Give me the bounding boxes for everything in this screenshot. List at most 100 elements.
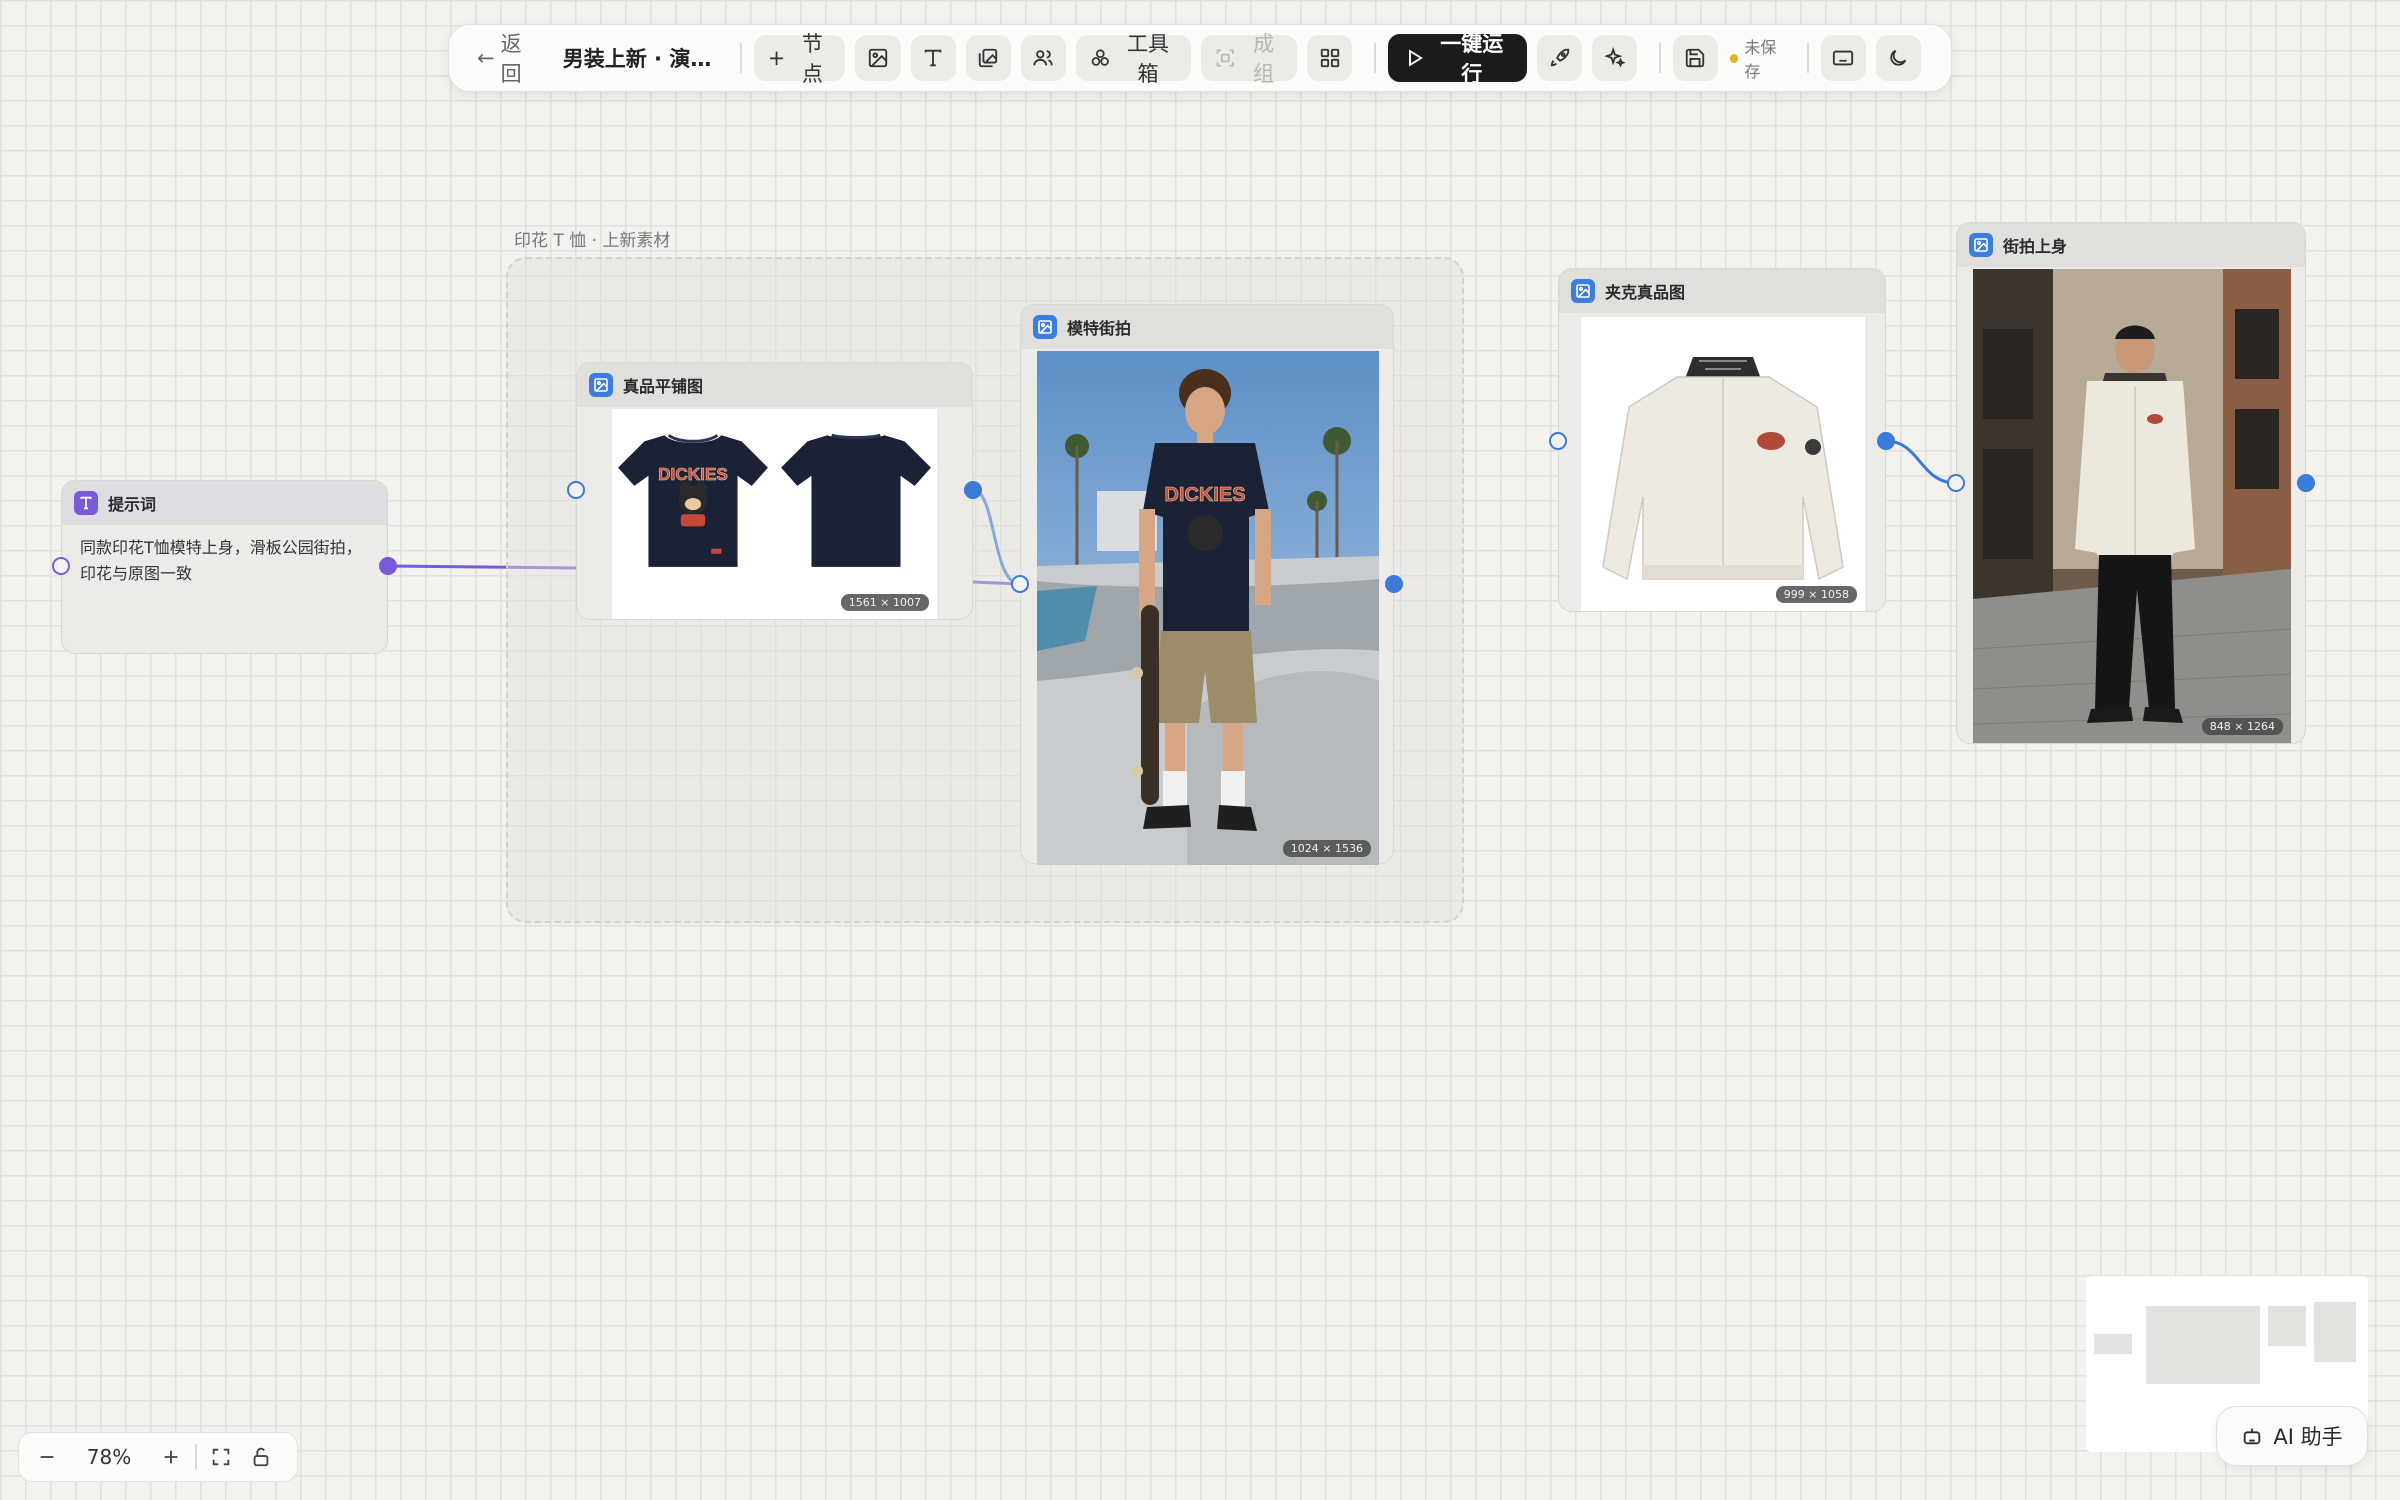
prompt-node[interactable]: 提示词 同款印花T恤模特上身，滑板公园街拍，印花与原图一致 <box>61 480 388 654</box>
svg-text:DICKIES: DICKIES <box>658 464 728 484</box>
users-icon <box>1033 50 1054 66</box>
zoom-in-button[interactable] <box>151 1437 191 1477</box>
node-header[interactable]: 真品平铺图 <box>577 363 972 407</box>
image-size-badge: 848 × 1264 <box>2201 718 2283 735</box>
ai-assistant-label: AI 助手 <box>2273 1425 2343 1449</box>
toolbox-button[interactable]: 工具箱 <box>1075 32 1192 86</box>
prompt-output-port[interactable] <box>379 557 397 575</box>
lock-button[interactable] <box>241 1437 281 1477</box>
model-street-image[interactable]: DICKIES 1024 × 1536 <box>1037 351 1379 865</box>
save-status-text: 未保存 <box>1744 38 1777 81</box>
tshirt-front-image: DICKIES <box>618 433 768 567</box>
model-street-image-node[interactable]: 模特街拍 DICKIES 1024 × 1536 <box>1020 304 1394 865</box>
jacket-image-node[interactable]: 夹克真品图 999 × 1058 <box>1558 268 1886 612</box>
robot-icon <box>2244 1428 2261 1445</box>
unsaved-dot-icon <box>1729 53 1739 63</box>
skatepark-photo: DICKIES <box>1037 351 1379 865</box>
jacket-image[interactable]: 999 × 1058 <box>1581 317 1865 611</box>
node-title: 真品平铺图 <box>623 377 704 396</box>
toolbar-divider <box>1374 43 1376 73</box>
arrow-left-icon: ← <box>477 46 495 70</box>
node-title: 街拍上身 <box>2003 237 2068 256</box>
image-icon <box>868 48 888 68</box>
image-size-badge: 1024 × 1536 <box>1282 840 1371 857</box>
zoom-controls: 78% <box>18 1432 298 1482</box>
node-header[interactable]: 街拍上身 <box>1957 223 2305 267</box>
back-button[interactable]: ← 返回 <box>471 28 545 88</box>
grid-icon <box>1320 48 1339 68</box>
tshirt-back-image <box>781 433 931 567</box>
svg-text:DICKIES: DICKIES <box>1164 484 1245 506</box>
back-label: 返回 <box>500 32 522 86</box>
zoom-level: 78% <box>86 1445 132 1469</box>
street-on-body-output-port[interactable] <box>2297 474 2315 492</box>
fullscreen-icon <box>212 1448 229 1466</box>
node-header[interactable]: 提示词 <box>62 481 387 525</box>
add-people-node-button[interactable] <box>1020 35 1066 81</box>
model-street-output-port[interactable] <box>1385 575 1403 593</box>
jacket-input-port[interactable] <box>1549 432 1567 450</box>
fit-view-button[interactable] <box>201 1437 241 1477</box>
prompt-text[interactable]: 同款印花T恤模特上身，滑板公园街拍，印花与原图一致 <box>62 525 387 587</box>
minimap-node <box>2094 1334 2132 1354</box>
jacket-output-port[interactable] <box>1877 432 1895 450</box>
text-node-icon <box>74 491 98 515</box>
group-label: 成组 <box>1253 32 1275 86</box>
zoom-out-button[interactable] <box>27 1437 67 1477</box>
add-text-node-button[interactable] <box>910 35 956 81</box>
dark-mode-toggle[interactable] <box>1875 35 1921 81</box>
layout-grid-button[interactable] <box>1307 35 1353 81</box>
plus-icon <box>164 1450 178 1464</box>
toolbar-divider <box>1807 43 1809 73</box>
street-on-body-image[interactable]: 848 × 1264 <box>1973 269 2291 743</box>
minimap-node <box>2314 1302 2356 1362</box>
image-node-icon <box>1033 315 1057 339</box>
add-image-edit-button[interactable] <box>965 35 1011 81</box>
flatlay-output-port[interactable] <box>964 481 982 499</box>
toolbar-divider <box>740 43 742 73</box>
image-node-icon <box>1969 233 1993 257</box>
minimap-node <box>2268 1306 2306 1346</box>
add-image-node-button[interactable] <box>855 35 901 81</box>
prompt-input-port[interactable] <box>52 557 70 575</box>
node-title: 模特街拍 <box>1067 319 1132 338</box>
flatlay-image[interactable]: DICKIES 1561 × 1007 <box>612 409 937 619</box>
run-all-button[interactable]: 一键运行 <box>1387 32 1528 86</box>
group-title[interactable]: 印花 T 恤 · 上新素材 <box>514 226 670 251</box>
launch-button[interactable] <box>1537 35 1583 81</box>
run-all-label: 一键运行 <box>1440 32 1504 86</box>
plus-icon: + <box>767 46 786 70</box>
save-status: 未保存 <box>1729 34 1789 82</box>
minus-icon <box>40 1456 54 1458</box>
add-node-label: 节点 <box>801 32 823 86</box>
keyboard-shortcuts-button[interactable] <box>1820 35 1866 81</box>
toolbox-icon <box>1091 49 1109 66</box>
image-node-icon <box>1571 279 1595 303</box>
zoom-divider <box>195 1444 197 1470</box>
flatlay-image-node[interactable]: 真品平铺图 DICKIES 1561 × 1007 <box>576 362 973 620</box>
group-button[interactable]: 成组 <box>1201 32 1298 86</box>
top-toolbar: ← 返回 男装上新 · 演示... + 节点 工具箱 成组 一键运行 未保存 <box>448 24 1952 92</box>
rocket-icon <box>1550 48 1569 67</box>
images-icon <box>979 48 998 68</box>
flatlay-input-port[interactable] <box>567 481 585 499</box>
ai-magic-button[interactable] <box>1592 35 1638 81</box>
node-header[interactable]: 夹克真品图 <box>1559 269 1885 313</box>
image-size-badge: 999 × 1058 <box>1775 586 1857 603</box>
save-button[interactable] <box>1672 35 1718 81</box>
add-node-button[interactable]: + 节点 <box>753 32 846 86</box>
street-on-body-image-node[interactable]: 街拍上身 848 × 1264 <box>1956 222 2306 744</box>
project-title[interactable]: 男装上新 · 演示... <box>563 43 729 73</box>
street-on-body-input-port[interactable] <box>1947 474 1965 492</box>
text-icon <box>924 49 942 67</box>
model-street-input-port[interactable] <box>1011 575 1029 593</box>
node-header[interactable]: 模特街拍 <box>1021 305 1393 349</box>
play-icon <box>1408 49 1423 67</box>
minimap-node <box>2146 1306 2260 1384</box>
node-title: 夹克真品图 <box>1605 283 1686 302</box>
moon-icon <box>1890 49 1907 66</box>
image-size-badge: 1561 × 1007 <box>840 594 929 611</box>
ai-assistant-button[interactable]: AI 助手 <box>2216 1406 2368 1466</box>
keyboard-icon <box>1833 50 1854 66</box>
group-select-icon <box>1217 49 1235 67</box>
